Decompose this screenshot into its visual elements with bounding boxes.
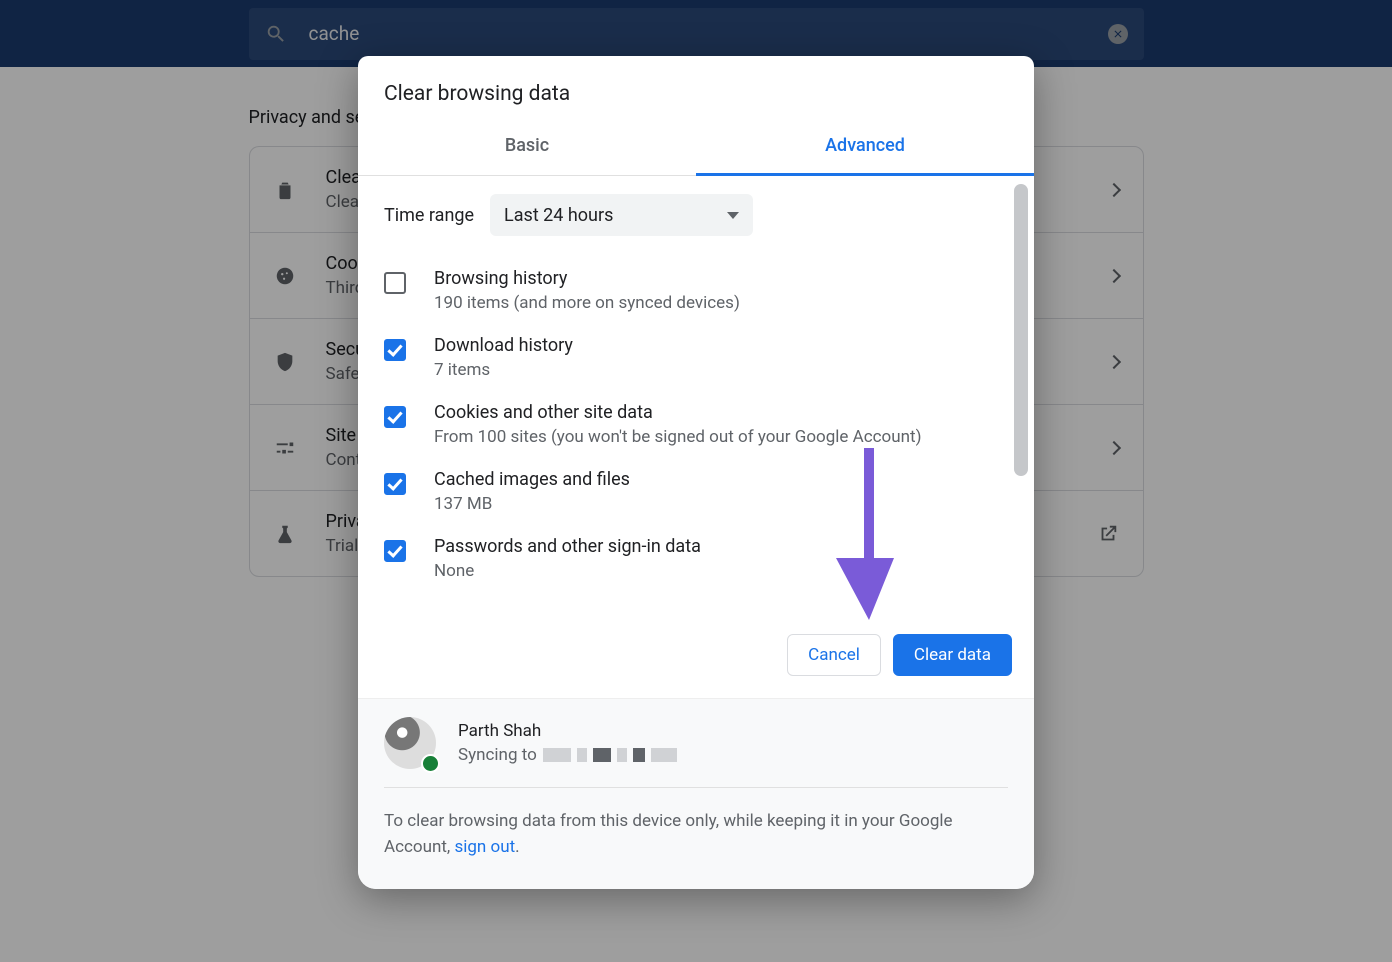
- footer-note-post: .: [515, 837, 519, 857]
- option-sub: 7 items: [434, 360, 573, 380]
- sync-line: Syncing to: [458, 745, 677, 765]
- time-range-label: Time range: [384, 205, 474, 226]
- tab-basic[interactable]: Basic: [358, 116, 696, 175]
- option-title: Passwords and other sign-in data: [434, 536, 701, 557]
- option-sub: 190 items (and more on synced devices): [434, 293, 740, 313]
- scrollbar[interactable]: [1014, 184, 1028, 476]
- option-title: Autofill form data: [434, 603, 573, 604]
- dialog-tabs: Basic Advanced: [358, 116, 1034, 176]
- option-cached-files[interactable]: Cached images and files 137 MB: [384, 459, 1008, 526]
- user-row: Parth Shah Syncing to: [384, 717, 1008, 788]
- option-title: Download history: [434, 335, 573, 356]
- clear-data-button[interactable]: Clear data: [893, 634, 1012, 676]
- option-cookies[interactable]: Cookies and other site data From 100 site…: [384, 392, 1008, 459]
- option-sub: 137 MB: [434, 494, 630, 514]
- dialog-title: Clear browsing data: [358, 56, 1034, 116]
- checkbox[interactable]: [384, 272, 406, 294]
- option-sub: From 100 sites (you won't be signed out …: [434, 427, 922, 447]
- option-browsing-history[interactable]: Browsing history 190 items (and more on s…: [384, 258, 1008, 325]
- footer-note: To clear browsing data from this device …: [384, 808, 1008, 861]
- sync-badge-icon: [421, 754, 440, 773]
- option-sub: None: [434, 561, 701, 581]
- checkbox[interactable]: [384, 339, 406, 361]
- option-passwords[interactable]: Passwords and other sign-in data None: [384, 526, 1008, 593]
- clear-browsing-data-dialog: Clear browsing data Basic Advanced Time …: [358, 56, 1034, 889]
- dialog-actions: Cancel Clear data: [358, 604, 1034, 698]
- checkbox[interactable]: [384, 540, 406, 562]
- tab-advanced[interactable]: Advanced: [696, 116, 1034, 175]
- option-title: Cookies and other site data: [434, 402, 922, 423]
- time-range-select[interactable]: Last 24 hours: [490, 194, 753, 236]
- option-title: Cached images and files: [434, 469, 630, 490]
- cancel-button[interactable]: Cancel: [787, 634, 881, 676]
- option-download-history[interactable]: Download history 7 items: [384, 325, 1008, 392]
- avatar: [384, 717, 436, 769]
- syncing-label: Syncing to: [458, 745, 537, 765]
- option-title: Browsing history: [434, 268, 740, 289]
- checkbox[interactable]: [384, 473, 406, 495]
- option-autofill[interactable]: Autofill form data: [384, 593, 1008, 604]
- user-name: Parth Shah: [458, 721, 677, 741]
- dialog-body: Time range Last 24 hours Browsing histor…: [358, 176, 1034, 604]
- chevron-down-icon: [727, 212, 739, 219]
- sign-out-link[interactable]: sign out: [454, 837, 515, 857]
- checkbox[interactable]: [384, 406, 406, 428]
- time-range-value: Last 24 hours: [504, 205, 727, 226]
- dialog-footer: Parth Shah Syncing to To clear browsing …: [358, 698, 1034, 889]
